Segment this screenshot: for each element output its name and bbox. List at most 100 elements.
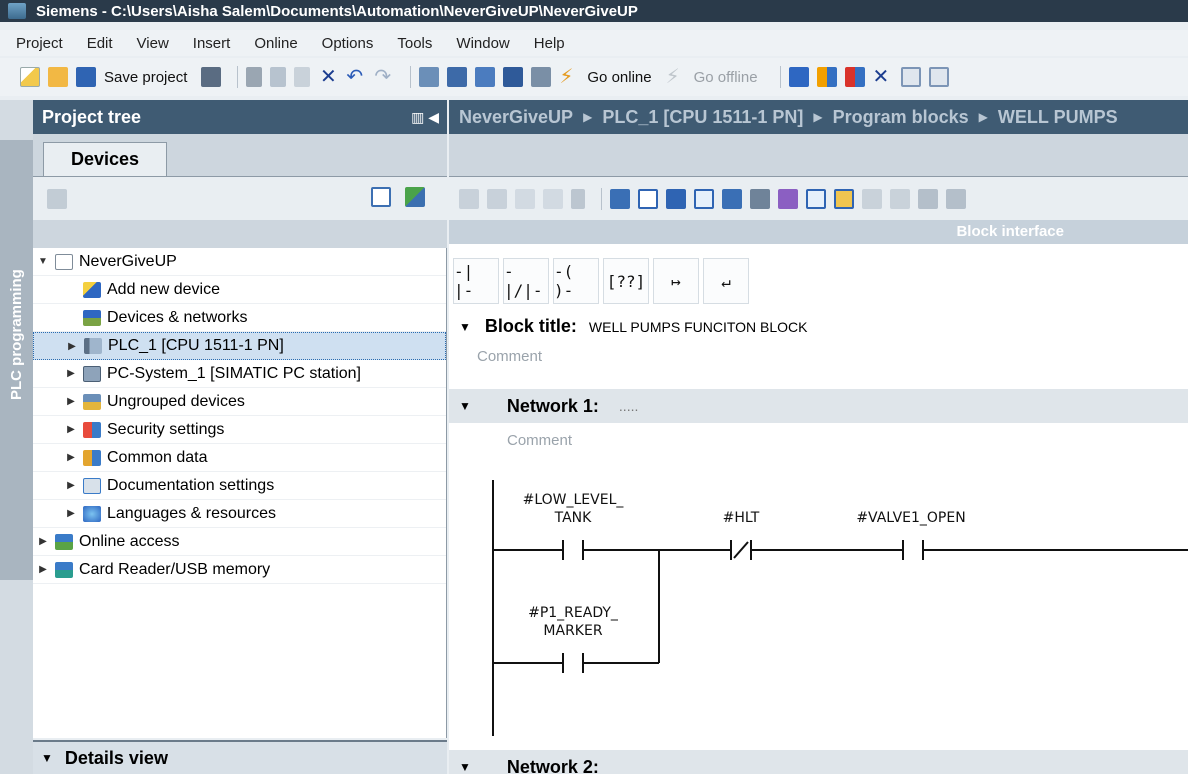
- tree-item-security-settings[interactable]: ▶ Security settings: [33, 416, 446, 444]
- menu-view[interactable]: View: [137, 35, 169, 52]
- network-1-header[interactable]: ▼ Network 1: .....: [449, 389, 1188, 423]
- insert-row-icon[interactable]: [515, 188, 535, 209]
- operand-display-icon[interactable]: [750, 188, 770, 209]
- absolute-operands-icon[interactable]: [666, 188, 686, 209]
- open-branch-button[interactable]: ↦: [653, 258, 699, 304]
- chevron-down-icon[interactable]: ▼: [459, 320, 471, 334]
- empty-box-button[interactable]: [??]: [603, 258, 649, 304]
- sync-icon[interactable]: [405, 187, 425, 207]
- split-horizontal-icon[interactable]: [900, 67, 921, 87]
- collapse-networks-icon[interactable]: [638, 188, 658, 209]
- collapsed-arrow-icon[interactable]: ▶: [65, 396, 77, 407]
- chevron-down-icon[interactable]: ▼: [41, 751, 53, 765]
- print-icon[interactable]: [201, 67, 222, 87]
- stop-cpu-icon[interactable]: [844, 67, 865, 87]
- tree-item-pc-system-1[interactable]: ▶ PC-System_1 [SIMATIC PC station]: [33, 360, 446, 388]
- collapsed-arrow-icon[interactable]: ▶: [37, 564, 49, 575]
- collapsed-arrow-icon[interactable]: ▶: [66, 341, 78, 352]
- network-1-comment[interactable]: Comment: [507, 432, 572, 449]
- menu-online[interactable]: Online: [254, 35, 297, 52]
- coil-button[interactable]: -( )-: [553, 258, 599, 304]
- expanded-arrow-icon[interactable]: ▼: [37, 256, 49, 267]
- tree-item-ungrouped-devices[interactable]: ▶ Ungrouped devices: [33, 388, 446, 416]
- redo-icon[interactable]: ↷: [374, 67, 394, 87]
- menu-project[interactable]: Project: [16, 35, 63, 52]
- favorites-toggle-icon[interactable]: [834, 188, 854, 209]
- split-editor-icon[interactable]: [419, 67, 440, 87]
- chevron-down-icon[interactable]: ▼: [459, 399, 471, 413]
- step-icon[interactable]: [890, 188, 910, 209]
- new-project-icon[interactable]: [20, 67, 40, 87]
- network-2-header[interactable]: ▼ Network 2:: [449, 750, 1188, 774]
- collapsed-arrow-icon[interactable]: ▶: [65, 368, 77, 379]
- compile-icon[interactable]: [447, 67, 468, 87]
- plc-programming-tab[interactable]: PLC programming: [0, 140, 33, 580]
- breakpoint-icon[interactable]: [862, 188, 882, 209]
- breadcrumb-item-project[interactable]: NeverGiveUP: [459, 107, 573, 128]
- copy-icon[interactable]: [270, 67, 287, 87]
- save-icon[interactable]: [76, 67, 96, 87]
- normally-closed-contact-button[interactable]: -|/|-: [503, 258, 549, 304]
- block-title-value[interactable]: WELL PUMPS FUNCITON BLOCK: [589, 319, 808, 335]
- cross-references-icon[interactable]: ✕: [873, 67, 893, 87]
- block-interface-bar[interactable]: Block interface: [449, 220, 1188, 244]
- tag-info-icon[interactable]: [778, 188, 798, 209]
- tree-item-online-access[interactable]: ▶ Online access: [33, 528, 446, 556]
- collapsed-arrow-icon[interactable]: ▶: [65, 480, 77, 491]
- monitor-icon[interactable]: [918, 188, 938, 209]
- add-row-icon[interactable]: [543, 188, 563, 209]
- breadcrumb-item-program-blocks[interactable]: Program blocks: [833, 107, 969, 128]
- comments-icon[interactable]: [694, 188, 714, 209]
- details-view-header[interactable]: ▼ Details view: [33, 740, 447, 774]
- tree-item-plc-1[interactable]: ▶ PLC_1 [CPU 1511-1 PN]: [33, 332, 446, 360]
- delete-icon[interactable]: ✕: [318, 67, 338, 87]
- collapsed-arrow-icon[interactable]: ▶: [37, 536, 49, 547]
- menu-window[interactable]: Window: [456, 35, 509, 52]
- close-branch-button[interactable]: ↵: [703, 258, 749, 304]
- collapsed-arrow-icon[interactable]: ▶: [65, 452, 77, 463]
- network-view-icon[interactable]: [47, 189, 67, 209]
- monitor-all-icon[interactable]: [946, 188, 966, 209]
- accessible-devices-icon[interactable]: [788, 67, 809, 87]
- tree-item-languages-resources[interactable]: ▶ Languages & resources: [33, 500, 446, 528]
- chevron-down-icon[interactable]: ▼: [459, 760, 471, 774]
- tree-item-devices-networks[interactable]: Devices & networks: [33, 304, 446, 332]
- tree-item-common-data[interactable]: ▶ Common data: [33, 444, 446, 472]
- upload-icon[interactable]: [503, 67, 524, 87]
- menu-help[interactable]: Help: [534, 35, 565, 52]
- breadcrumb-item-block[interactable]: WELL PUMPS: [998, 107, 1118, 128]
- block-comment[interactable]: Comment: [477, 348, 542, 365]
- collapse-panel-icon[interactable]: ▥ ◀: [411, 109, 439, 126]
- collapsed-arrow-icon[interactable]: ▶: [65, 424, 77, 435]
- go-online-icon[interactable]: ⚡: [559, 67, 579, 87]
- tree-item-add-new-device[interactable]: Add new device: [33, 276, 446, 304]
- open-project-icon[interactable]: [48, 67, 68, 87]
- delete-network-icon[interactable]: [487, 188, 507, 209]
- reset-icon[interactable]: [571, 188, 585, 209]
- expand-networks-icon[interactable]: [610, 188, 630, 209]
- split-vertical-icon[interactable]: [928, 67, 949, 87]
- start-cpu-icon[interactable]: [816, 67, 837, 87]
- cut-icon[interactable]: [246, 67, 263, 87]
- go-online-button[interactable]: Go online: [587, 69, 651, 86]
- network-1-title-value[interactable]: .....: [619, 398, 638, 414]
- start-simulation-icon[interactable]: [531, 67, 552, 87]
- tree-item-card-reader[interactable]: ▶ Card Reader/USB memory: [33, 556, 446, 584]
- menu-insert[interactable]: Insert: [193, 35, 231, 52]
- favorites-icon[interactable]: [722, 188, 742, 209]
- download-icon[interactable]: [475, 67, 496, 87]
- insert-network-icon[interactable]: [459, 188, 479, 209]
- collapsed-arrow-icon[interactable]: ▶: [65, 508, 77, 519]
- menu-edit[interactable]: Edit: [87, 35, 113, 52]
- block-title-row[interactable]: ▼ Block title: WELL PUMPS FUNCITON BLOCK: [459, 316, 1188, 337]
- menu-tools[interactable]: Tools: [397, 35, 432, 52]
- overview-icon[interactable]: [371, 187, 391, 207]
- menu-options[interactable]: Options: [322, 35, 374, 52]
- breadcrumb-item-plc[interactable]: PLC_1 [CPU 1511-1 PN]: [602, 107, 803, 128]
- paste-icon[interactable]: [294, 67, 311, 87]
- tree-item-project[interactable]: ▼ NeverGiveUP: [33, 248, 446, 276]
- tree-item-documentation-settings[interactable]: ▶ Documentation settings: [33, 472, 446, 500]
- tab-devices[interactable]: Devices: [43, 142, 167, 176]
- undo-icon[interactable]: ↶: [346, 67, 366, 87]
- normally-open-contact-button[interactable]: -| |-: [453, 258, 499, 304]
